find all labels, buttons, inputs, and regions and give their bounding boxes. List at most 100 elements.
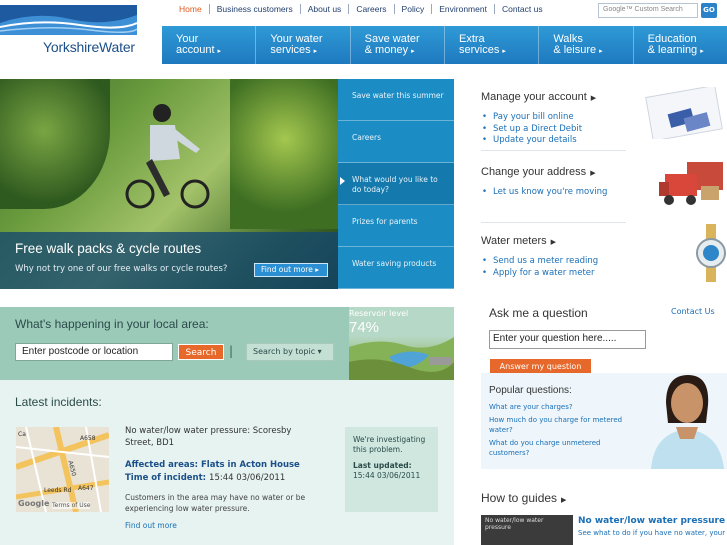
chevron-down-icon: ▾ (317, 347, 322, 356)
topnav-environment[interactable]: Environment (432, 4, 495, 14)
link-pay-bill[interactable]: Pay your bill online (482, 112, 582, 124)
local-area-title: What's happening in your local area: (15, 317, 209, 331)
hero-side-item[interactable]: Careers (338, 121, 454, 163)
arrow-right-icon: ▸ (217, 48, 222, 55)
arrow-right-icon: ▶ (550, 239, 556, 246)
reservoir-label: Reservoir level (349, 309, 409, 318)
mainnav-extra-services[interactable]: Extra services ▸ (445, 26, 540, 64)
topnav-contact-us[interactable]: Contact us (495, 4, 550, 14)
mainnav-line2: & leisure (553, 44, 597, 56)
time-value: 15:44 03/06/2011 (209, 473, 286, 483)
support-agent-image (651, 375, 724, 469)
guide-title-link[interactable]: No water/low water pressure (578, 516, 725, 526)
search-go-button[interactable]: GO (701, 3, 717, 18)
question-input[interactable]: Enter your question here..... (489, 330, 646, 349)
logo-waves-icon (0, 5, 137, 35)
hero-foliage (230, 79, 338, 229)
incident-status-box: We're investigating this problem. Last u… (345, 427, 438, 512)
how-to-guides-title: How to guides (481, 491, 558, 505)
popular-questions-title: Popular questions: (489, 385, 572, 396)
account-links: Pay your bill online Set up a Direct Deb… (482, 112, 582, 147)
guide-thumbnail[interactable]: No water/low water pressure (481, 515, 573, 545)
answer-question-button[interactable]: Answer my question (490, 359, 591, 374)
incident-map[interactable]: A658 A650 A647 Leeds Rd Ca Google Terms … (16, 427, 109, 512)
arrow-right-icon: ▸ (700, 48, 704, 55)
search-by-topic-dropdown[interactable]: Search by topic ▾ (246, 343, 334, 361)
main-navigation: Your account ▸ Your water services ▸ Save … (162, 26, 727, 64)
link-apply-meter[interactable]: Apply for a water meter (482, 268, 598, 280)
popular-questions-panel: Popular questions: What are your charges… (481, 373, 727, 469)
contact-us-link[interactable]: Contact Us (671, 307, 715, 316)
postcode-input[interactable]: Enter postcode or location (15, 343, 173, 361)
arrow-right-icon: ▸ (599, 48, 603, 55)
last-updated-value: 15:44 03/06/2011 (353, 471, 421, 480)
incident-heading: No water/low water pressure: Scoresby St… (125, 426, 292, 448)
incident-status: We're investigating this problem. (353, 435, 426, 454)
hero-title[interactable]: Free walk packs & cycle routes (15, 241, 201, 256)
reservoir-level-widget[interactable]: Reservoir level 74% (349, 307, 454, 380)
popular-question-link[interactable]: How much do you charge for metered water… (489, 415, 639, 435)
bill-cards-image (645, 87, 723, 139)
link-moving[interactable]: Let us know you're moving (482, 187, 607, 199)
how-to-guides-heading[interactable]: How to guides ▶ (481, 491, 566, 505)
map-terms-link[interactable]: Terms of Use (52, 502, 91, 509)
divider (481, 222, 626, 223)
hero-side-item[interactable]: Save water this summer (338, 79, 454, 121)
site-search-input[interactable]: Google™ Custom Search (598, 3, 698, 18)
map-label: A647 (78, 485, 94, 492)
logo-text: YorkshireWater (43, 39, 135, 55)
topnav-business-customers[interactable]: Business customers (210, 4, 301, 14)
mainnav-education-learning[interactable]: Education & learning ▸ (634, 26, 727, 64)
mainnav-line2: & learning (647, 44, 698, 56)
topnav-careers[interactable]: Careers (349, 4, 395, 14)
time-label: Time of incident: (125, 473, 207, 483)
map-label: Ca (18, 431, 26, 438)
arrow-right-icon: ▶ (590, 170, 596, 177)
arrow-right-icon: ▸ (502, 48, 506, 55)
water-meters-heading[interactable]: Water meters ▶ (481, 235, 556, 247)
change-address-title: Change your address (481, 166, 587, 178)
hero-side-menu: Save water this summer Careers What woul… (338, 79, 454, 289)
topnav-policy[interactable]: Policy (395, 4, 433, 14)
meter-links: Send us a meter reading Apply for a wate… (482, 256, 598, 279)
arrow-right-icon: ▸ (315, 265, 320, 274)
hero-caption: Free walk packs & cycle routes Why not t… (0, 232, 338, 289)
arrow-right-icon: ▶ (590, 95, 597, 102)
mainnav-line2: services (270, 44, 311, 56)
incident-find-out-more-link[interactable]: Find out more (125, 521, 177, 530)
hero-foliage (0, 79, 110, 209)
topnav-home[interactable]: Home (172, 4, 210, 14)
guide-thumbnail-caption: No water/low water pressure (485, 517, 544, 531)
address-links: Let us know you're moving (482, 187, 607, 199)
popular-question-link[interactable]: What do you charge unmetered customers? (489, 438, 639, 458)
hero-side-item[interactable]: Water saving products (338, 247, 454, 289)
hero-side-item[interactable]: Prizes for parents (338, 205, 454, 247)
topnav-about-us[interactable]: About us (301, 4, 350, 14)
popular-question-link[interactable]: What are your charges? (489, 402, 639, 412)
hero-find-out-more-button[interactable]: Find out more ▸ (254, 263, 328, 277)
link-update-details[interactable]: Update your details (482, 135, 582, 147)
local-search-button[interactable]: Search (178, 344, 224, 360)
incidents-panel: Latest incidents: A658 A650 A647 Leeds R… (0, 380, 454, 545)
mainnav-walks-leisure[interactable]: Walks & leisure ▸ (539, 26, 634, 64)
find-out-more-label: Find out more (261, 265, 313, 274)
change-address-heading[interactable]: Change your address ▶ (481, 166, 596, 178)
mainnav-your-water-services[interactable]: Your water services ▸ (256, 26, 351, 64)
link-direct-debit[interactable]: Set up a Direct Debit (482, 124, 582, 136)
search-provider: Google™ (603, 6, 633, 13)
mainnav-line2: & money (364, 44, 409, 56)
link-meter-reading[interactable]: Send us a meter reading (482, 256, 598, 268)
google-logo: Google (18, 499, 50, 508)
logo[interactable]: YorkshireWater (0, 0, 137, 57)
manage-account-heading[interactable]: Manage your account ▶ (481, 91, 596, 103)
divider (481, 150, 626, 151)
incidents-title: Latest incidents: (15, 395, 102, 409)
manage-account-title: Manage your account (481, 91, 587, 103)
top-navigation: Home Business customers About us Careers… (172, 4, 550, 14)
water-meters-title: Water meters (481, 235, 547, 247)
guide-subtitle: See what to do if you have no water, you… (578, 529, 727, 537)
mainnav-save-water[interactable]: Save water & money ▸ (351, 26, 445, 64)
ask-question-title: Ask me a question (489, 306, 588, 320)
mainnav-your-account[interactable]: Your account ▸ (162, 26, 257, 64)
hero-side-item-active[interactable]: What would you like to do today? (338, 163, 454, 205)
